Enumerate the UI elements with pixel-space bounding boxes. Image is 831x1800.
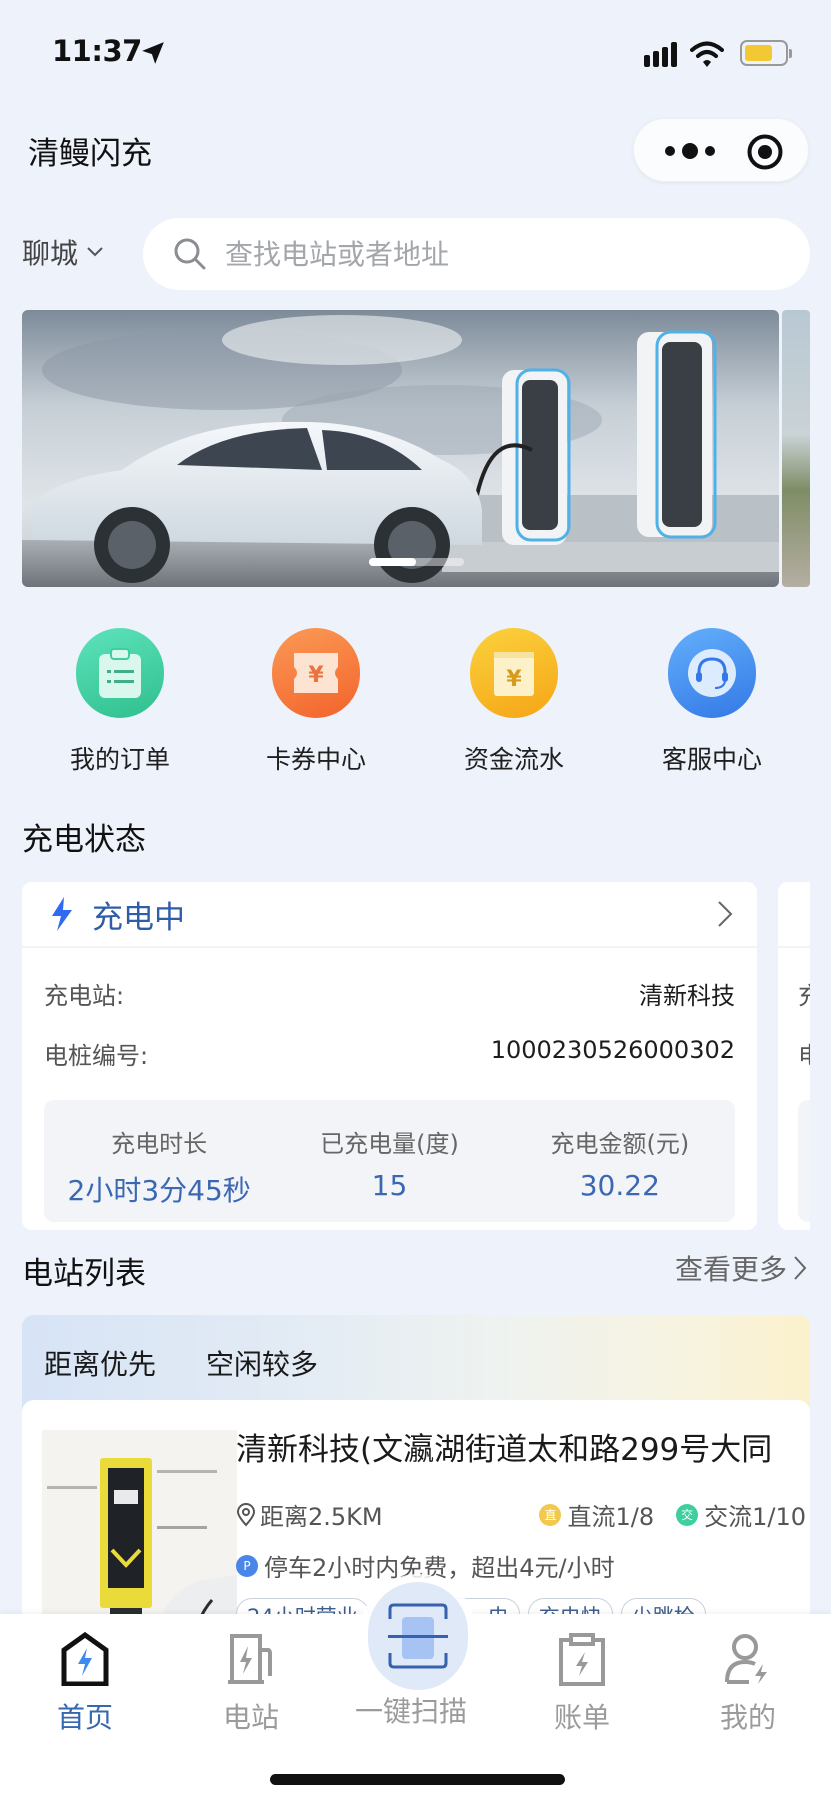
view-more-link[interactable]: 查看更多 xyxy=(675,1248,807,1288)
pile-value: 1000230526000302 xyxy=(490,1036,735,1064)
view-more-label: 查看更多 xyxy=(674,1253,787,1286)
quick-label: 我的订单 xyxy=(69,745,170,774)
tab-label: 我的 xyxy=(719,1701,776,1734)
banner-pagination xyxy=(369,558,464,566)
charging-stats: 充电时长 2小时3分45秒 已充电量(度) 15 充电金额(元) 30.22 xyxy=(44,1100,735,1222)
dc-charger-icon: 直 xyxy=(539,1503,562,1526)
city-name: 聊城 xyxy=(22,237,79,270)
charging-card-next-peek[interactable]: 充 电 xyxy=(778,882,810,1230)
banner-image xyxy=(22,310,779,587)
search-icon xyxy=(174,238,206,270)
battery-icon xyxy=(740,40,792,66)
wallet-yuan-icon: ¥ xyxy=(470,628,558,718)
chevron-down-icon xyxy=(87,247,103,257)
stat-value: 15 xyxy=(371,1169,408,1202)
scan-label[interactable]: 一键扫描 xyxy=(355,1690,467,1730)
stat-value: 2小时3分45秒 xyxy=(67,1174,251,1207)
coupon-yuan-icon: ¥ xyxy=(272,628,360,718)
stat-amount: 充电金额(元) 30.22 xyxy=(505,1100,735,1222)
quick-my-orders[interactable]: 我的订单 xyxy=(40,628,200,776)
tab-mine[interactable]: 我的 xyxy=(693,1632,803,1736)
parking-icon: P xyxy=(236,1554,258,1577)
quick-fund-flow[interactable]: ¥ 资金流水 xyxy=(434,628,594,776)
miniapp-capsule xyxy=(633,118,809,182)
more-dots-icon[interactable] xyxy=(660,137,720,165)
stat-energy: 已充电量(度) 15 xyxy=(274,1100,504,1222)
quick-label: 资金流水 xyxy=(463,745,564,774)
charging-state: 充电中 xyxy=(92,899,185,936)
stat-value: 30.22 xyxy=(579,1169,660,1202)
filter-more-idle[interactable]: 空闲较多 xyxy=(206,1343,318,1383)
banner-pagination-active xyxy=(369,558,416,566)
filter-distance-first[interactable]: 距离优先 xyxy=(44,1343,156,1383)
quick-customer-service[interactable]: 客服中心 xyxy=(632,628,792,776)
ac-availability: 交流1/10 xyxy=(704,1503,806,1531)
charging-station-icon xyxy=(228,1634,272,1684)
tab-label: 首页 xyxy=(56,1701,113,1734)
search-input[interactable] xyxy=(225,237,725,271)
banner-next-slide-peek xyxy=(782,310,810,587)
pile-label: 电桩编号: xyxy=(44,1042,149,1070)
battery-level xyxy=(745,45,772,61)
tab-stations[interactable]: 电站 xyxy=(196,1632,306,1736)
tab-label: 电站 xyxy=(222,1701,279,1734)
station-list-title: 电站列表 xyxy=(22,1256,146,1292)
location-arrow-icon xyxy=(142,42,164,64)
stat-label: 充电金额(元) xyxy=(550,1130,690,1158)
charging-status-title: 充电状态 xyxy=(22,822,146,858)
pile-row: 电桩编号: 1000230526000302 xyxy=(44,1036,735,1071)
home-bolt-icon xyxy=(61,1632,109,1686)
search-bar[interactable] xyxy=(143,218,810,290)
ac-charger-icon: 交 xyxy=(676,1503,699,1526)
city-selector[interactable]: 聊城 xyxy=(22,232,104,272)
quick-label: 卡券中心 xyxy=(265,745,366,774)
station-row: 充电站: 清新科技 xyxy=(44,976,735,1011)
status-time: 11:37 xyxy=(52,34,142,68)
parking-info: 停车2小时内免费，超出4元/小时 xyxy=(264,1554,615,1582)
lightning-bolt-icon xyxy=(52,897,72,931)
station-meta-row: 距离2.5KM 直 直流1/8 交 交流1/10 xyxy=(236,1497,806,1532)
target-circle-icon[interactable] xyxy=(746,133,784,171)
peek-label: 电 xyxy=(798,1036,810,1071)
parking-row: P 停车2小时内免费，超出4元/小时 xyxy=(236,1548,615,1583)
svg-text:¥: ¥ xyxy=(308,663,324,688)
user-bolt-icon xyxy=(725,1634,767,1684)
station-label: 充电站: xyxy=(44,982,125,1010)
stat-duration: 充电时长 2小时3分45秒 xyxy=(44,1100,274,1222)
charging-card[interactable]: 充电中 充电站: 清新科技 电桩编号: 1000230526000302 充电时… xyxy=(22,882,757,1230)
clipboard-order-icon xyxy=(76,628,164,718)
peek-label: 充 xyxy=(798,976,810,1011)
station-distance: 距离2.5KM xyxy=(260,1503,383,1531)
app-title: 清鳗闪充 xyxy=(28,136,152,172)
stat-label: 已充电量(度) xyxy=(320,1130,459,1158)
promo-banner[interactable] xyxy=(22,310,779,587)
tab-home[interactable]: 首页 xyxy=(30,1632,140,1736)
scan-button[interactable] xyxy=(368,1582,468,1690)
station-name: 清新科技(文瀛湖街道太和路299号大同 xyxy=(236,1432,773,1468)
wifi-icon xyxy=(690,41,724,67)
quick-coupon-center[interactable]: ¥ 卡券中心 xyxy=(236,628,396,776)
svg-text:¥: ¥ xyxy=(506,667,522,692)
tab-label: 账单 xyxy=(553,1701,610,1734)
peek-stats xyxy=(798,1100,810,1222)
peek-header xyxy=(778,882,810,948)
location-pin-icon xyxy=(236,1502,256,1527)
scan-icon xyxy=(388,1603,448,1669)
home-indicator xyxy=(270,1774,565,1785)
headset-icon xyxy=(668,628,756,718)
chevron-right-icon xyxy=(718,901,733,927)
station-value: 清新科技 xyxy=(639,982,735,1010)
charging-card-header[interactable]: 充电中 xyxy=(22,882,757,948)
bill-bolt-icon xyxy=(559,1633,605,1686)
cellular-signal-icon xyxy=(644,42,677,67)
chevron-right-icon xyxy=(794,1256,807,1280)
tab-bills[interactable]: 账单 xyxy=(527,1632,637,1736)
quick-label: 客服中心 xyxy=(661,745,762,774)
stat-label: 充电时长 xyxy=(111,1130,208,1158)
dc-availability: 直流1/8 xyxy=(567,1503,655,1531)
